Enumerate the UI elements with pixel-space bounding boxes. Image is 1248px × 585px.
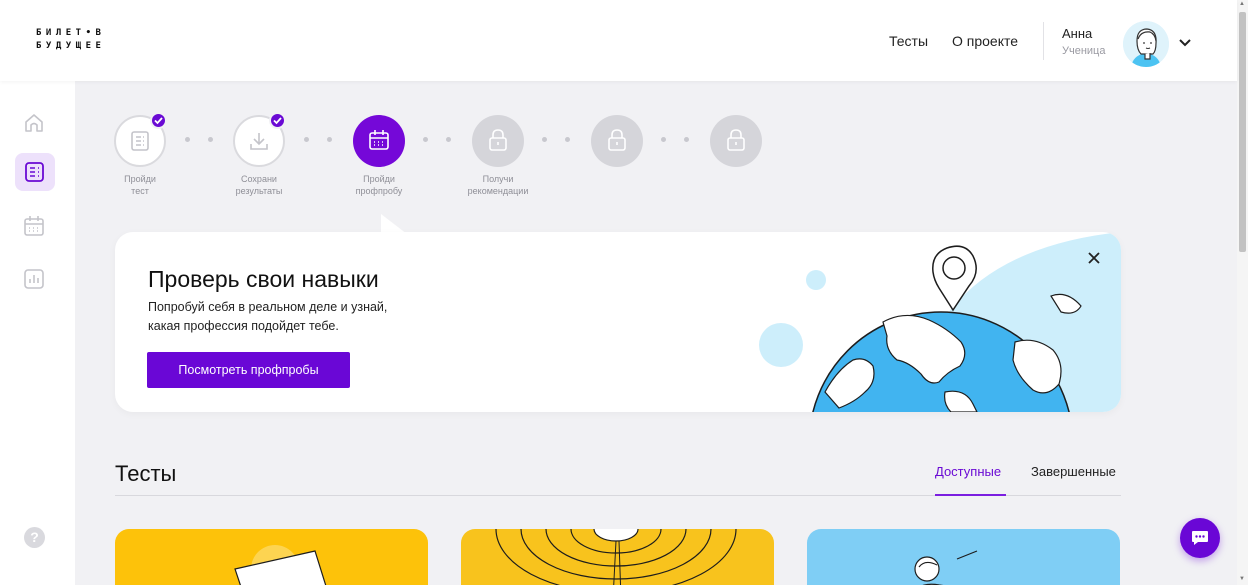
banner-text-line: Попробуй себя в реальном деле и узнай, bbox=[148, 300, 388, 314]
list-icon bbox=[23, 160, 47, 184]
step-label-line: результаты bbox=[235, 186, 283, 196]
header-divider bbox=[1043, 22, 1044, 60]
logo[interactable]: БИЛЕТ•В БУДУЩЕЕ bbox=[36, 27, 105, 53]
test-card[interactable] bbox=[807, 529, 1120, 585]
lock-icon bbox=[727, 129, 745, 151]
step-connector bbox=[661, 137, 689, 143]
header: БИЛЕТ•В БУДУЩЕЕ Тесты О проекте Анна Уче… bbox=[0, 0, 1237, 81]
nav-tests[interactable]: Тесты bbox=[889, 33, 928, 49]
help-icon[interactable]: ? bbox=[24, 527, 45, 548]
avatar[interactable] bbox=[1123, 21, 1169, 67]
chevron-down-icon[interactable] bbox=[1178, 35, 1192, 53]
card-illustration bbox=[495, 529, 737, 585]
scroll-up-icon[interactable]: ▲ bbox=[1239, 1, 1245, 7]
close-icon[interactable] bbox=[1085, 249, 1103, 267]
lock-icon bbox=[608, 129, 626, 151]
tab-completed[interactable]: Завершенные bbox=[1031, 464, 1116, 479]
logo-line-2: БУДУЩЕЕ bbox=[36, 41, 106, 51]
tests-section-title: Тесты bbox=[115, 461, 177, 486]
chat-icon bbox=[1192, 531, 1208, 545]
step-locked-5[interactable] bbox=[591, 115, 643, 167]
profproba-banner: Проверь свои навыки Попробуй себя в реал… bbox=[115, 232, 1121, 412]
scrollbar-thumb[interactable] bbox=[1239, 12, 1246, 252]
lock-icon bbox=[489, 129, 507, 151]
chat-button[interactable] bbox=[1180, 518, 1220, 558]
step-locked-6[interactable] bbox=[710, 115, 762, 167]
step-label-profproba: Пройди профпробу bbox=[334, 173, 424, 197]
step-label-line: тест bbox=[131, 186, 149, 196]
calendar-icon[interactable] bbox=[22, 214, 46, 238]
view-profprobas-button[interactable]: Посмотреть профпробы bbox=[147, 352, 350, 388]
step-label-line: Пройди bbox=[363, 174, 395, 184]
scrollbar[interactable]: ▲ ▼ bbox=[1237, 0, 1248, 585]
step-label-save-results: Сохрани результаты bbox=[214, 173, 304, 197]
step-label-line: Получи bbox=[482, 174, 514, 184]
step-connector bbox=[542, 137, 570, 143]
tab-available[interactable]: Доступные bbox=[935, 464, 1001, 479]
banner-title: Проверь свои навыки bbox=[148, 266, 379, 292]
banner-text-line: какая профессия подойдет тебе. bbox=[148, 319, 339, 333]
globe-illustration bbox=[759, 232, 1121, 412]
step-connector bbox=[185, 137, 213, 143]
download-icon bbox=[250, 133, 268, 150]
step-label-line: профпробу bbox=[355, 186, 403, 196]
step-connector bbox=[304, 137, 332, 143]
nav-about[interactable]: О проекте bbox=[952, 33, 1018, 49]
card-illustration bbox=[234, 545, 327, 585]
step-take-profproba[interactable] bbox=[353, 115, 405, 167]
logo-line-1: БИЛЕТ•В bbox=[36, 28, 106, 38]
chart-icon[interactable] bbox=[22, 267, 46, 291]
test-card[interactable] bbox=[115, 529, 428, 585]
check-icon bbox=[269, 112, 286, 129]
check-icon bbox=[150, 112, 167, 129]
calendar-icon bbox=[369, 130, 389, 150]
home-icon[interactable] bbox=[22, 111, 46, 135]
banner-pointer bbox=[381, 214, 407, 234]
document-icon bbox=[131, 131, 149, 151]
tab-active-indicator bbox=[935, 494, 1006, 496]
user-name[interactable]: Анна bbox=[1062, 26, 1092, 41]
step-label-recommendations: Получи рекомендации bbox=[453, 173, 543, 197]
step-label-line: Сохрани bbox=[241, 174, 277, 184]
scroll-down-icon[interactable]: ▼ bbox=[1239, 576, 1245, 582]
card-illustration bbox=[914, 550, 978, 585]
step-get-recommendations[interactable] bbox=[472, 115, 524, 167]
test-card[interactable] bbox=[461, 529, 774, 585]
step-label-line: Пройди bbox=[124, 174, 156, 184]
user-role: Ученица bbox=[1062, 45, 1106, 57]
step-label-take-test: Пройди тест bbox=[95, 173, 185, 197]
step-connector bbox=[423, 137, 451, 143]
step-label-line: рекомендации bbox=[467, 186, 529, 196]
sidebar: ? bbox=[0, 81, 75, 585]
banner-text: Попробуй себя в реальном деле и узнай, к… bbox=[148, 298, 448, 336]
